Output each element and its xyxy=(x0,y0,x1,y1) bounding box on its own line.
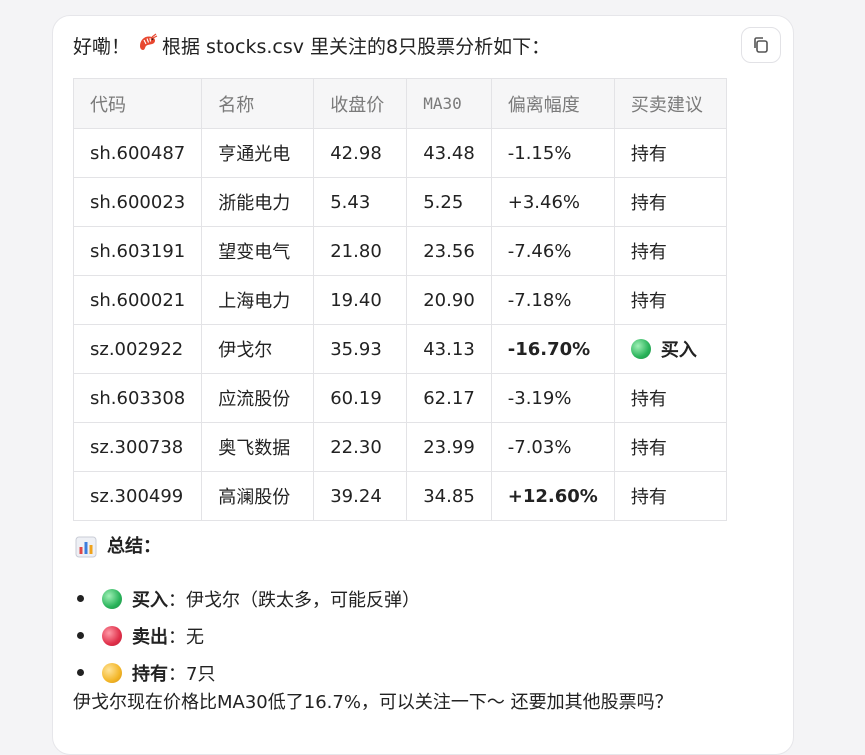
table-header-row: 代码 名称 收盘价 MA30 偏离幅度 买卖建议 xyxy=(72,78,727,129)
cell-code: sh.603191 xyxy=(72,226,203,276)
message-intro: 好嘞！ 根据 stocks.csv 里关注的8只股票分析如下： xyxy=(73,32,550,62)
cell-deviation: -1.15% xyxy=(490,128,615,178)
cell-ma30: 23.99 xyxy=(406,422,492,472)
cell-ma30: 62.17 xyxy=(406,373,492,423)
table-row: sz.300738 奥飞数据 22.30 23.99 -7.03% 持有 xyxy=(72,422,727,472)
cell-deviation: -7.46% xyxy=(490,226,615,276)
cell-name: 伊戈尔 xyxy=(201,324,315,374)
cell-ma30: 43.48 xyxy=(406,128,492,178)
table-row: sz.002922 伊戈尔 35.93 43.13 -16.70% 买入 xyxy=(72,324,727,374)
cell-ma30: 43.13 xyxy=(406,324,492,374)
cell-close: 60.19 xyxy=(313,373,408,423)
header-ma30: MA30 xyxy=(406,78,492,129)
cell-close: 22.30 xyxy=(313,422,408,472)
header-name: 名称 xyxy=(201,78,315,129)
cell-advice: 持有 xyxy=(613,422,727,472)
summary-label-hold: 持有 xyxy=(132,663,168,685)
cell-code: sz.300499 xyxy=(72,471,203,521)
greeting-text: 好嘞！ xyxy=(73,36,131,58)
cell-advice: 持有 xyxy=(613,373,727,423)
cell-close: 5.43 xyxy=(313,177,408,227)
header-advice: 买卖建议 xyxy=(613,78,727,129)
red-circle-icon xyxy=(102,625,122,646)
cell-code: sz.002922 xyxy=(72,324,203,374)
bar-chart-icon xyxy=(75,536,97,558)
cell-name: 浙能电力 xyxy=(201,177,315,227)
cell-code: sh.600023 xyxy=(72,177,203,227)
cell-close: 39.24 xyxy=(313,471,408,521)
cell-code: sh.603308 xyxy=(72,373,203,423)
summary-label-sell: 卖出 xyxy=(132,626,168,648)
bullet-icon xyxy=(77,595,84,602)
table-row: sh.600487 亨通光电 42.98 43.48 -1.15% 持有 xyxy=(72,128,727,178)
summary-heading: 总结： xyxy=(75,532,161,562)
summary-title-text: 总结： xyxy=(107,536,161,557)
cell-name: 亨通光电 xyxy=(201,128,315,178)
intro-text: 根据 stocks.csv 里关注的8只股票分析如下： xyxy=(162,36,551,58)
summary-text-sell: ：无 xyxy=(168,626,204,648)
cell-deviation: -3.19% xyxy=(490,373,615,423)
cell-advice: 买入 xyxy=(613,324,727,374)
shrimp-icon xyxy=(136,32,158,63)
cell-advice: 持有 xyxy=(613,275,727,325)
summary-label-buy: 买入 xyxy=(132,589,168,611)
cell-ma30: 34.85 xyxy=(406,471,492,521)
summary-text-buy: ：伊戈尔（跌太多，可能反弹） xyxy=(168,589,420,611)
table-row: sz.300499 高澜股份 39.24 34.85 +12.60% 持有 xyxy=(72,471,727,521)
cell-close: 21.80 xyxy=(313,226,408,276)
advice-buy-label: 买入 xyxy=(660,340,697,361)
cell-close: 19.40 xyxy=(313,275,408,325)
cell-name: 望变电气 xyxy=(201,226,315,276)
header-close: 收盘价 xyxy=(313,78,408,129)
bullet-icon xyxy=(77,669,84,676)
copy-button[interactable] xyxy=(741,27,781,63)
header-deviation: 偏离幅度 xyxy=(490,78,615,129)
list-item: 持有 ：7只 xyxy=(73,654,420,691)
copy-icon xyxy=(754,37,768,53)
cell-ma30: 5.25 xyxy=(406,177,492,227)
table-row: sh.603191 望变电气 21.80 23.56 -7.46% 持有 xyxy=(72,226,727,276)
summary-list: 买入 ：伊戈尔（跌太多，可能反弹） 卖出 ：无 持有 ：7只 xyxy=(73,580,420,691)
table-row: sh.600023 浙能电力 5.43 5.25 +3.46% 持有 xyxy=(72,177,727,227)
cell-advice: 持有 xyxy=(613,177,727,227)
cell-advice: 持有 xyxy=(613,226,727,276)
cell-deviation: -16.70% xyxy=(490,324,615,374)
cell-deviation: +12.60% xyxy=(490,471,615,521)
summary-text-hold: ：7只 xyxy=(168,663,216,685)
closing-text: 伊戈尔现在价格比MA30低了16.7%，可以关注一下～ 还要加其他股票吗？ xyxy=(73,692,673,713)
green-circle-icon xyxy=(102,588,122,609)
list-item: 卖出 ：无 xyxy=(73,617,420,654)
list-item: 买入 ：伊戈尔（跌太多，可能反弹） xyxy=(73,580,420,617)
cell-close: 35.93 xyxy=(313,324,408,374)
cell-code: sh.600021 xyxy=(72,275,203,325)
cell-deviation: +3.46% xyxy=(490,177,615,227)
cell-deviation: -7.03% xyxy=(490,422,615,472)
table-row: sh.600021 上海电力 19.40 20.90 -7.18% 持有 xyxy=(72,275,727,325)
table-row: sh.603308 应流股份 60.19 62.17 -3.19% 持有 xyxy=(72,373,727,423)
cell-advice: 持有 xyxy=(613,471,727,521)
cell-ma30: 23.56 xyxy=(406,226,492,276)
cell-name: 奥飞数据 xyxy=(201,422,315,472)
cell-ma30: 20.90 xyxy=(406,275,492,325)
cell-code: sz.300738 xyxy=(72,422,203,472)
cell-name: 高澜股份 xyxy=(201,471,315,521)
cell-deviation: -7.18% xyxy=(490,275,615,325)
cell-name: 上海电力 xyxy=(201,275,315,325)
header-code: 代码 xyxy=(72,78,203,129)
bullet-icon xyxy=(77,632,84,639)
cell-name: 应流股份 xyxy=(201,373,315,423)
cell-close: 42.98 xyxy=(313,128,408,178)
green-circle-icon xyxy=(630,339,651,359)
cell-advice: 持有 xyxy=(613,128,727,178)
stock-analysis-table: 代码 名称 收盘价 MA30 偏离幅度 买卖建议 sh.600487 亨通光电 … xyxy=(72,78,727,521)
yellow-circle-icon xyxy=(102,662,122,683)
cell-code: sh.600487 xyxy=(72,128,203,178)
